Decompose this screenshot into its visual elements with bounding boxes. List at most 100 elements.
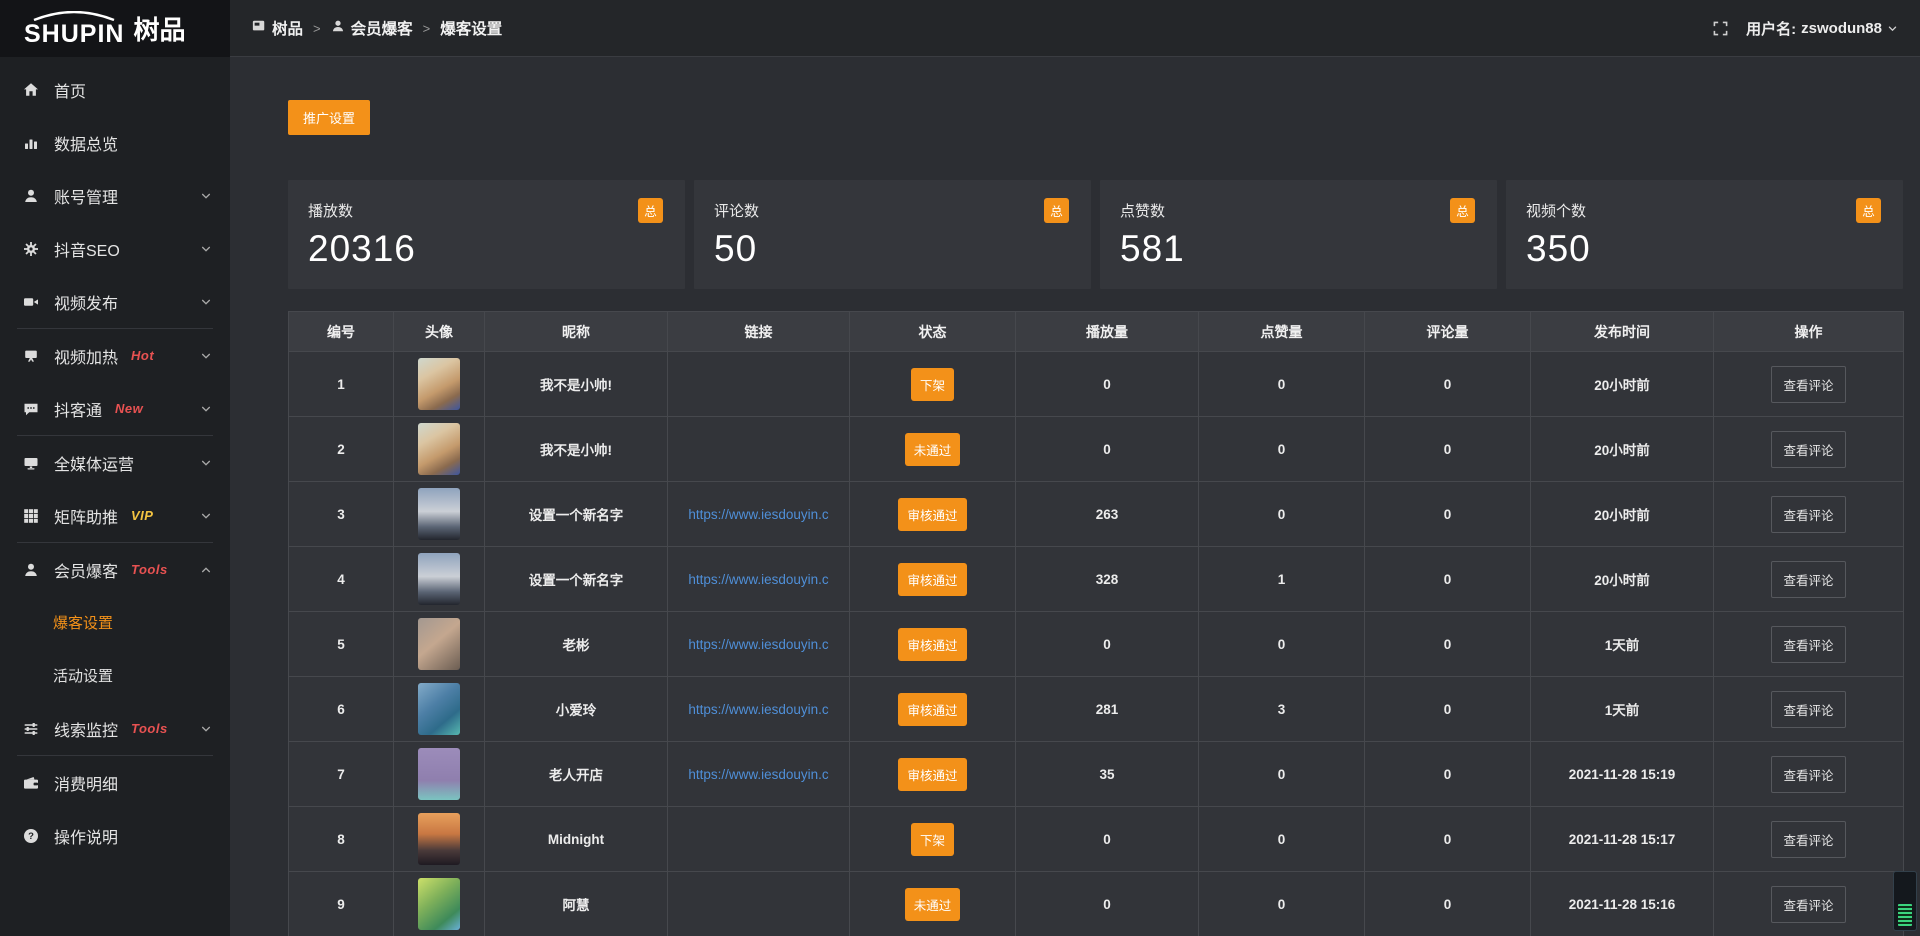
user-dropdown[interactable]: 用户名: zswodun88	[1746, 18, 1898, 39]
sliders-icon	[23, 720, 40, 737]
sidebar-item-线索监控[interactable]: 线索监控Tools	[0, 702, 230, 755]
cell-likes: 1	[1199, 547, 1365, 612]
sidebar-subitem-爆客设置[interactable]: 爆客设置	[0, 596, 230, 649]
monitor-icon	[23, 454, 40, 471]
avatar	[418, 553, 460, 605]
svg-text:?: ?	[28, 831, 34, 842]
view-comments-button[interactable]: 查看评论	[1771, 626, 1845, 663]
status-badge: 审核通过	[898, 563, 966, 596]
sidebar-item-操作说明[interactable]: ? 操作说明	[0, 809, 230, 862]
sidebar-item-label: 首页	[54, 78, 86, 102]
cell-avatar	[394, 482, 485, 547]
chart-icon	[23, 134, 40, 151]
view-comments-button[interactable]: 查看评论	[1771, 821, 1845, 858]
sidebar-subitem-活动设置[interactable]: 活动设置	[0, 649, 230, 702]
sidebar-item-首页[interactable]: 首页	[0, 63, 230, 116]
cell-time: 20小时前	[1531, 417, 1714, 482]
cell-link: https://www.iesdouyin.c	[668, 547, 850, 612]
view-comments-button[interactable]: 查看评论	[1771, 431, 1845, 468]
cell-time: 1天前	[1531, 677, 1714, 742]
cell-avatar	[394, 417, 485, 482]
sidebar-item-会员爆客[interactable]: 会员爆客Tools	[0, 543, 230, 596]
table-wrap: 编号头像昵称链接状态播放量点赞量评论量发布时间操作1我不是小帅!下架00020小…	[288, 311, 1903, 936]
sidebar-item-矩阵助推[interactable]: 矩阵助推VIP	[0, 489, 230, 542]
sidebar-item-抖音SEO[interactable]: 抖音SEO	[0, 222, 230, 275]
sidebar-item-label: 视频加热	[54, 344, 118, 368]
heat-icon	[23, 347, 40, 364]
home-icon	[23, 81, 40, 98]
view-comments-button[interactable]: 查看评论	[1771, 366, 1845, 403]
view-comments-button[interactable]: 查看评论	[1771, 886, 1845, 923]
cell-avatar	[394, 352, 485, 417]
cell-link	[668, 807, 850, 872]
sidebar-item-消费明细[interactable]: 消费明细	[0, 756, 230, 809]
cell-nickname: 老彬	[485, 612, 668, 677]
scroll-widget[interactable]	[1893, 871, 1917, 931]
username-label: 用户名:	[1746, 18, 1796, 39]
sidebar-item-label: 操作说明	[54, 824, 118, 848]
sidebar-item-label: 数据总览	[54, 131, 118, 155]
app-logo[interactable]: SHUPIN 树品	[0, 0, 230, 57]
cell-time: 2021-11-28 15:16	[1531, 872, 1714, 936]
breadcrumb-item-会员爆客[interactable]: 会员爆客	[331, 17, 413, 39]
status-badge: 下架	[911, 823, 954, 856]
stat-card-播放数: 播放数20316总	[288, 180, 685, 289]
cell-action: 查看评论	[1714, 742, 1904, 807]
cell-plays: 281	[1016, 677, 1199, 742]
view-comments-button[interactable]: 查看评论	[1771, 561, 1845, 598]
cell-comments: 0	[1365, 547, 1531, 612]
column-header-点赞量: 点赞量	[1199, 312, 1365, 352]
cell-id: 4	[289, 547, 394, 612]
fullscreen-icon[interactable]	[1713, 21, 1728, 36]
sidebar-item-视频发布[interactable]: 视频发布	[0, 275, 230, 328]
cell-id: 8	[289, 807, 394, 872]
sidebar-item-label: 账号管理	[54, 184, 118, 208]
cell-comments: 0	[1365, 352, 1531, 417]
sidebar-menu: 首页数据总览账号管理抖音SEO 视频发布视频加热Hot抖客通New全媒体运营矩阵助…	[0, 57, 230, 862]
cell-avatar	[394, 677, 485, 742]
video-link[interactable]: https://www.iesdouyin.c	[668, 507, 849, 522]
chevron-down-icon	[200, 510, 212, 522]
stat-card-total-badge: 总	[1856, 198, 1881, 223]
table-row: 8Midnight下架0002021-11-28 15:17查看评论	[289, 807, 1904, 872]
help-icon: ?	[23, 827, 40, 844]
breadcrumb-item-爆客设置[interactable]: 爆客设置	[440, 17, 502, 39]
cell-link: https://www.iesdouyin.c	[668, 482, 850, 547]
sidebar-item-数据总览[interactable]: 数据总览	[0, 116, 230, 169]
breadcrumb-item-树品[interactable]: 树品	[252, 17, 303, 39]
cell-nickname: 我不是小帅!	[485, 417, 668, 482]
stat-card-value: 350	[1526, 228, 1883, 270]
cell-comments: 0	[1365, 742, 1531, 807]
wallet-icon	[23, 774, 40, 791]
view-comments-button[interactable]: 查看评论	[1771, 691, 1845, 728]
cell-action: 查看评论	[1714, 547, 1904, 612]
video-link[interactable]: https://www.iesdouyin.c	[668, 637, 849, 652]
sidebar-item-账号管理[interactable]: 账号管理	[0, 169, 230, 222]
sidebar-item-label: 抖音SEO	[54, 237, 120, 261]
avatar	[418, 748, 460, 800]
cell-id: 7	[289, 742, 394, 807]
chevron-down-icon	[1887, 23, 1898, 34]
video-link[interactable]: https://www.iesdouyin.c	[668, 702, 849, 717]
status-badge: 审核通过	[898, 693, 966, 726]
view-comments-button[interactable]: 查看评论	[1771, 496, 1845, 533]
sidebar-item-抖客通[interactable]: 抖客通New	[0, 382, 230, 435]
sidebar-item-视频加热[interactable]: 视频加热Hot	[0, 329, 230, 382]
promo-settings-button[interactable]: 推广设置	[288, 100, 370, 135]
cell-avatar	[394, 547, 485, 612]
avatar	[418, 813, 460, 865]
cell-link	[668, 352, 850, 417]
member-icon	[331, 19, 345, 38]
stat-card-value: 20316	[308, 228, 665, 270]
cell-plays: 0	[1016, 352, 1199, 417]
video-link[interactable]: https://www.iesdouyin.c	[668, 572, 849, 587]
cell-id: 1	[289, 352, 394, 417]
status-badge: 未通过	[905, 888, 961, 921]
stat-card-label: 播放数	[308, 200, 665, 221]
sidebar-item-全媒体运营[interactable]: 全媒体运营	[0, 436, 230, 489]
stat-card-value: 581	[1120, 228, 1477, 270]
cell-plays: 0	[1016, 417, 1199, 482]
view-comments-button[interactable]: 查看评论	[1771, 756, 1845, 793]
video-link[interactable]: https://www.iesdouyin.c	[668, 767, 849, 782]
sidebar-item-badge: New	[115, 401, 143, 416]
